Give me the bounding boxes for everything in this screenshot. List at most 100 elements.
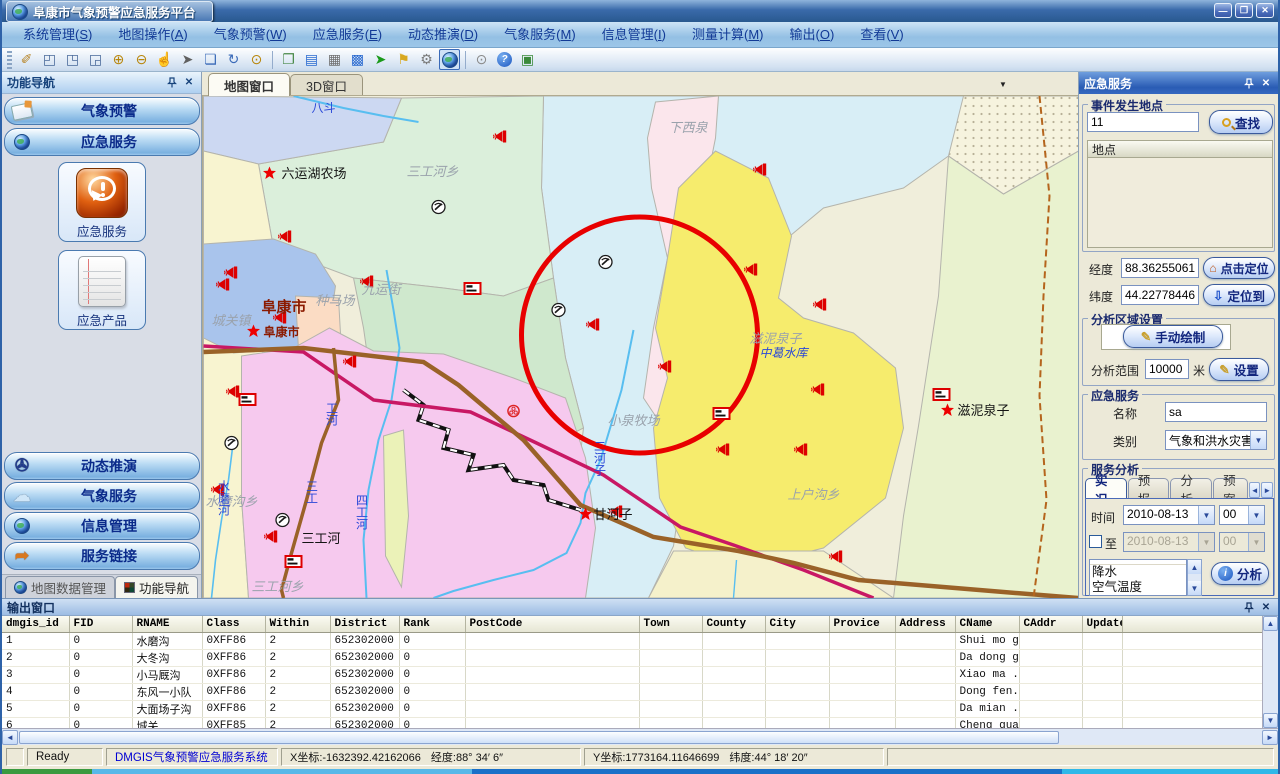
pan-icon[interactable]: ☝ xyxy=(154,49,175,70)
column-header-CAddr[interactable]: CAddr xyxy=(1019,616,1082,632)
close-icon[interactable]: ✕ xyxy=(1259,600,1273,614)
latitude-input[interactable] xyxy=(1121,285,1199,305)
range-input[interactable] xyxy=(1145,359,1189,379)
minimize-button[interactable]: — xyxy=(1214,3,1232,18)
identify-icon[interactable]: ⊙ xyxy=(246,49,267,70)
emergency-product-button[interactable]: 应急产品 xyxy=(58,250,146,330)
nav-button-1[interactable]: ☁气象服务 xyxy=(4,482,200,510)
menu-item-O[interactable]: 输出(O) xyxy=(777,22,848,47)
globe-icon[interactable] xyxy=(439,49,460,70)
chevron-down-icon[interactable]: ▼ xyxy=(1198,506,1214,524)
location-search-input[interactable] xyxy=(1087,112,1199,132)
tab-map-window[interactable]: 地图窗口 xyxy=(208,73,290,96)
tab-3d-window[interactable]: 3D窗口 xyxy=(290,74,363,95)
print-icon[interactable]: ▦ xyxy=(324,49,345,70)
service-type-select[interactable]: 气象和洪水灾害 ▼ xyxy=(1165,430,1267,450)
factor-list[interactable]: 降水 空气温度 xyxy=(1089,559,1187,596)
table-row[interactable]: 40东风一小队0XFF8626523020000Dong fen... xyxy=(2,683,1266,700)
list-item[interactable]: 空气温度 xyxy=(1090,580,1186,595)
select-feature-icon[interactable]: ➤ xyxy=(370,49,391,70)
tab-analysis[interactable]: 分析 xyxy=(1170,478,1212,498)
nav-group-emergency-service[interactable]: 应急服务 xyxy=(4,128,200,156)
date-select[interactable]: 2010-08-13 ▼ xyxy=(1123,505,1215,525)
mine-site-icon[interactable] xyxy=(599,256,612,269)
column-header-FID[interactable]: FID xyxy=(69,616,132,632)
eye-icon[interactable]: ⊙ xyxy=(471,49,492,70)
reservoir-flag-icon[interactable] xyxy=(714,408,730,419)
reservoir-flag-icon[interactable] xyxy=(934,389,950,400)
table-vertical-scrollbar[interactable]: ▲ ▼ xyxy=(1262,616,1278,728)
manual-draw-button[interactable]: ✎ 手动绘制 xyxy=(1123,325,1223,348)
maximize-button[interactable]: ❐ xyxy=(1235,3,1253,18)
pointer-icon[interactable]: ➤ xyxy=(177,49,198,70)
location-list[interactable] xyxy=(1087,158,1273,248)
mine-site-icon[interactable] xyxy=(225,437,238,450)
table-horizontal-scrollbar[interactable]: ◄ ► xyxy=(2,728,1278,745)
menu-item-M[interactable]: 测量计算(M) xyxy=(679,22,777,47)
toolbar-grip[interactable] xyxy=(7,51,12,69)
column-header-Update[interactable]: Update xyxy=(1082,616,1122,632)
zoom-out-icon[interactable]: ⊖ xyxy=(131,49,152,70)
scene-icon[interactable]: ▣ xyxy=(517,49,538,70)
map-canvas[interactable]: 八斗六运湖农场三工河乡下西泉九运街种马场阜康市城关镇阜康市滋泥泉子中葛水库小泉牧… xyxy=(202,96,1078,598)
tab-forecast[interactable]: 预报 xyxy=(1128,478,1170,498)
menu-item-S[interactable]: 系统管理(S) xyxy=(10,22,105,47)
tab-live[interactable]: 实况 xyxy=(1085,478,1127,498)
full-extent-icon[interactable]: ❏ xyxy=(200,49,221,70)
table-row[interactable]: 10水磨沟0XFF8626523020000Shui mo gou xyxy=(2,632,1266,649)
reservoir-flag-icon[interactable] xyxy=(286,556,302,567)
locate-to-button[interactable]: ⇩ 定位到 xyxy=(1203,284,1275,306)
date-to-select[interactable]: 2010-08-13 ▼ xyxy=(1123,532,1215,552)
column-header-Rank[interactable]: Rank xyxy=(399,616,465,632)
location-list-header[interactable]: 地点 xyxy=(1087,140,1273,158)
column-header-dmgis_id[interactable]: dmgis_id xyxy=(2,616,69,632)
column-header-CName[interactable]: CName xyxy=(955,616,1019,632)
layers-icon[interactable]: ❐ xyxy=(278,49,299,70)
table-row[interactable]: 30小马厩沟0XFF8626523020000Xiao ma ... xyxy=(2,666,1266,683)
tab-map-data-management[interactable]: 地图数据管理 xyxy=(5,576,115,598)
reservoir-flag-icon[interactable] xyxy=(240,394,256,405)
measure-icon[interactable]: ✐ xyxy=(16,49,37,70)
chevron-down-icon[interactable]: ▼ xyxy=(994,77,1012,92)
longitude-input[interactable] xyxy=(1121,258,1199,278)
click-locate-button[interactable]: ⌂ 点击定位 xyxy=(1203,257,1275,279)
column-header-District[interactable]: District xyxy=(330,616,399,632)
scroll-down-icon[interactable]: ▼ xyxy=(1188,581,1201,595)
column-header-PostCode[interactable]: PostCode xyxy=(465,616,639,632)
settings-icon[interactable]: ⚙ xyxy=(416,49,437,70)
column-header-City[interactable]: City xyxy=(765,616,829,632)
reservoir-flag-icon[interactable] xyxy=(465,283,481,294)
column-header-Provice[interactable]: Provice xyxy=(829,616,895,632)
print-setup-icon[interactable]: ▩ xyxy=(347,49,368,70)
table-row[interactable]: 50大面场子沟0XFF8626523020000Da mian ... xyxy=(2,700,1266,717)
pin-icon[interactable] xyxy=(1242,600,1256,614)
find-button[interactable]: 查找 xyxy=(1209,110,1273,134)
tab-plan[interactable]: 预案 xyxy=(1213,478,1248,498)
column-header-RNAME[interactable]: RNAME xyxy=(132,616,202,632)
scroll-up-icon[interactable]: ▲ xyxy=(1263,616,1278,631)
column-header-Address[interactable]: Address xyxy=(895,616,955,632)
help-icon[interactable]: ? xyxy=(494,49,515,70)
placemark-icon[interactable]: ⚑ xyxy=(393,49,414,70)
menu-item-E[interactable]: 应急服务(E) xyxy=(300,22,395,47)
close-icon[interactable]: ✕ xyxy=(182,76,196,90)
menu-item-I[interactable]: 信息管理(I) xyxy=(589,22,679,47)
pin-icon[interactable] xyxy=(1242,76,1256,90)
chevron-down-icon[interactable]: ▼ xyxy=(1248,506,1264,524)
nav-button-3[interactable]: ➦服务链接 xyxy=(4,542,200,570)
column-header-Class[interactable]: Class xyxy=(202,616,265,632)
menu-item-D[interactable]: 动态推演(D) xyxy=(395,22,491,47)
nav-button-0[interactable]: ✇动态推演 xyxy=(4,452,200,480)
set-button[interactable]: ✎ 设置 xyxy=(1209,358,1269,381)
emergency-service-button[interactable]: 应急服务 xyxy=(58,162,146,242)
scroll-left-icon[interactable]: ◄ xyxy=(2,730,18,745)
scroll-up-icon[interactable]: ▲ xyxy=(1188,560,1201,574)
select-rectangle-icon[interactable]: ◰ xyxy=(39,49,60,70)
chevron-down-icon[interactable]: ▼ xyxy=(1250,431,1266,449)
mine-site-icon[interactable] xyxy=(276,514,289,527)
export-map-icon[interactable]: ▤ xyxy=(301,49,322,70)
tab-function-navigation[interactable]: 功能导航 xyxy=(115,576,198,598)
nav-group-weather-warning[interactable]: 气象预警 xyxy=(4,97,200,125)
select-polygon-icon[interactable]: ◳ xyxy=(62,49,83,70)
column-header-Within[interactable]: Within xyxy=(265,616,330,632)
